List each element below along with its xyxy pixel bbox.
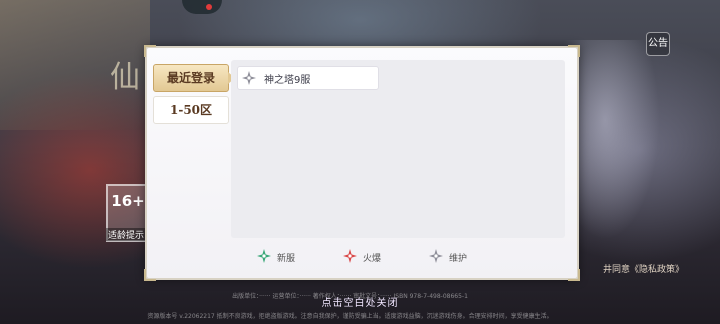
panel-corner-ornament xyxy=(144,45,156,57)
legend-label-maintenance: 维护 xyxy=(449,254,468,264)
server-item[interactable]: 神之塔9服 xyxy=(237,66,379,90)
privacy-policy-link[interactable]: 井同意《隐私政策》 xyxy=(603,262,684,275)
server-name: 神之塔9服 xyxy=(264,74,311,86)
hot-server-icon xyxy=(343,248,358,267)
panel-corner-ornament xyxy=(144,269,156,281)
panel-corner-ornament xyxy=(568,269,580,281)
legend-label-new: 新服 xyxy=(277,254,296,264)
server-status-legend: 新服 火爆 维护 xyxy=(257,248,467,267)
maintenance-icon xyxy=(238,67,260,89)
game-logo-glyph: 仙 xyxy=(110,60,140,95)
alert-dot-icon xyxy=(206,4,212,10)
tab-server-range-1-50[interactable]: 1-50区 xyxy=(153,96,229,124)
server-select-panel: 最近登录 1-50区 神之塔9服 新服 火爆 维护 xyxy=(144,45,580,281)
legend-item-new: 新服 xyxy=(257,248,295,267)
tab-recent-login[interactable]: 最近登录 xyxy=(153,64,235,92)
new-server-icon xyxy=(257,248,271,267)
legend-item-hot: 火爆 xyxy=(343,248,381,267)
server-list: 神之塔9服 xyxy=(231,60,565,238)
notice-button[interactable]: 公告 xyxy=(646,32,670,56)
maintenance-icon xyxy=(429,248,444,267)
panel-corner-ornament xyxy=(568,45,580,57)
age-rating-label: 适龄提示 xyxy=(106,228,147,241)
close-hint[interactable]: 点击空白处关闭 xyxy=(0,294,720,309)
legal-footer-line-2: 资源版本号 v.22062217 抵制不良游戏，拒绝盗版游戏。注意自我保护，谨防… xyxy=(147,313,553,320)
legend-label-hot: 火爆 xyxy=(363,254,382,264)
legend-item-maintenance: 维护 xyxy=(429,248,467,267)
